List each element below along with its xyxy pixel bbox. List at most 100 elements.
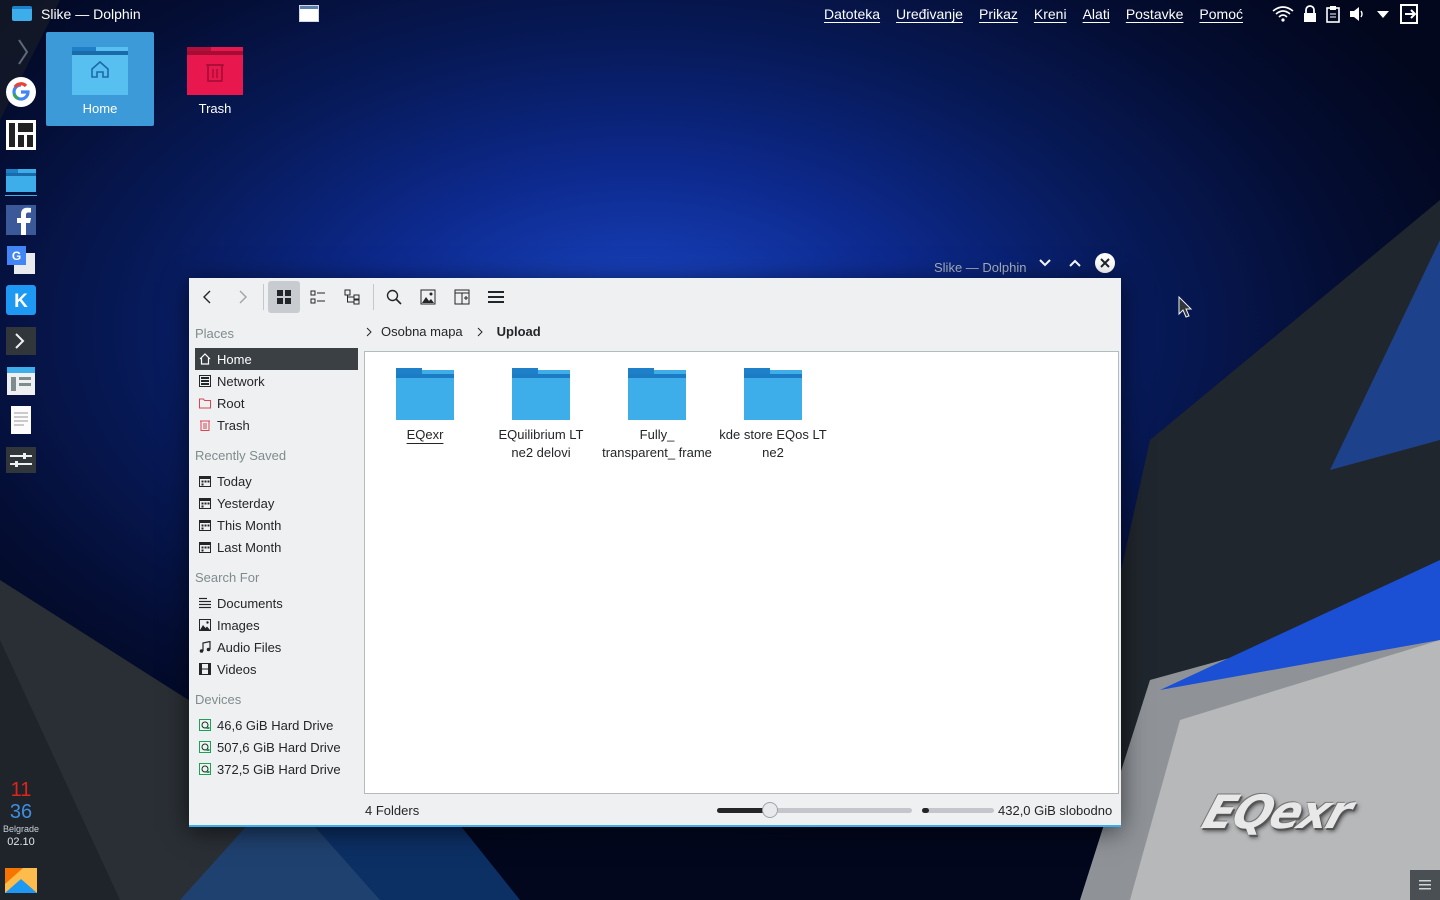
back-button[interactable] [192, 281, 224, 313]
hard-drive-icon [199, 763, 211, 775]
window-task-button[interactable] [299, 5, 319, 22]
terminal-icon[interactable] [5, 325, 37, 357]
places-item-label: 46,6 GiB Hard Drive [217, 717, 334, 733]
places-item-documents[interactable]: Documents [195, 592, 358, 614]
places-item-this-month[interactable]: This Month [195, 514, 358, 536]
devices-section-header: Devices [195, 692, 242, 707]
places-item-drive-1[interactable]: 46,6 GiB Hard Drive [195, 714, 358, 736]
places-item-yesterday[interactable]: Yesterday [195, 492, 358, 514]
icons-view-button[interactable] [268, 281, 300, 313]
search-button[interactable] [378, 281, 410, 313]
places-item-drive-3[interactable]: 372,5 GiB Hard Drive [195, 758, 358, 780]
places-item-label: Home [217, 351, 252, 367]
forward-button[interactable] [226, 281, 258, 313]
global-menu: Datoteka Uređivanje Prikaz Kreni Alati P… [824, 6, 1243, 22]
icons-view-icon [277, 290, 291, 304]
settings-sliders-icon[interactable] [5, 444, 37, 476]
places-item-network[interactable]: Network [195, 370, 358, 392]
window-app-icon[interactable] [5, 365, 37, 397]
hard-drive-icon [199, 741, 211, 753]
file-manager-icon[interactable] [5, 164, 37, 197]
logout-icon[interactable] [1399, 4, 1421, 24]
dolphin-app-icon [12, 6, 32, 21]
places-item-videos[interactable]: Videos [195, 658, 358, 680]
home-folder-icon [72, 47, 128, 95]
desktop-icon-trash[interactable]: Trash [161, 32, 269, 126]
toolbar [189, 278, 1121, 316]
places-item-images[interactable]: Images [195, 614, 358, 636]
clock-widget: 11 36 Belgrade 02.10 [0, 779, 42, 848]
close-icon [1095, 253, 1115, 273]
compact-view-button[interactable] [302, 281, 334, 313]
folder-name: kde store EQos LT ne2 [719, 427, 827, 460]
tray-expand-icon[interactable] [1376, 5, 1390, 23]
kde-icon[interactable]: K [5, 284, 37, 316]
calendar-icon [199, 497, 211, 509]
kickoff-launcher-icon[interactable] [5, 864, 37, 896]
folder-item[interactable]: EQexr [370, 366, 480, 444]
minimize-button[interactable] [1036, 254, 1054, 272]
menu-pomoc[interactable]: Pomoć [1199, 6, 1243, 22]
clock-minute: 36 [9, 801, 33, 823]
details-view-button[interactable] [336, 281, 368, 313]
split-view-icon [454, 289, 470, 305]
text-editor-icon[interactable] [5, 404, 37, 436]
preview-button[interactable] [412, 281, 444, 313]
menu-prikaz[interactable]: Prikaz [979, 6, 1018, 22]
chevron-right-icon [477, 327, 483, 336]
breadcrumb-item-home[interactable]: Osobna mapa [381, 324, 463, 339]
menu-datoteka[interactable]: Datoteka [824, 6, 880, 22]
places-item-drive-2[interactable]: 507,6 GiB Hard Drive [195, 736, 358, 758]
close-button[interactable] [1095, 253, 1115, 273]
zoom-slider-handle[interactable] [761, 802, 778, 818]
app-grid-icon[interactable] [5, 119, 37, 151]
mouse-cursor-icon [1178, 296, 1193, 318]
places-item-last-month[interactable]: Last Month [195, 536, 358, 558]
chevron-right-icon [366, 327, 372, 336]
folder-root-icon [199, 397, 211, 409]
disk-usage-bar [922, 808, 994, 813]
desktop: Slike — Dolphin Datoteka Uređivanje Prik… [0, 0, 1440, 900]
places-item-root[interactable]: Root [195, 392, 358, 414]
hard-drive-icon [199, 719, 211, 731]
chevron-up-icon [1069, 259, 1081, 267]
desktop-icon-home[interactable]: Home [46, 32, 154, 126]
disk-usage-fill [922, 808, 930, 813]
maximize-button[interactable] [1066, 254, 1084, 272]
places-item-today[interactable]: Today [195, 470, 358, 492]
places-item-audio[interactable]: Audio Files [195, 636, 358, 658]
menu-alati[interactable]: Alati [1083, 6, 1110, 22]
wifi-icon[interactable] [1272, 5, 1294, 23]
image-preview-icon [420, 289, 436, 305]
dock-arrow-icon[interactable] [5, 36, 37, 68]
desktop-icon-label: Home [82, 101, 118, 116]
file-view[interactable]: EQexr EQuilibrium LT ne2 delovi Fully_ t… [364, 351, 1119, 794]
dolphin-window: Places Home Network Root Trash Recently … [189, 278, 1121, 827]
split-view-button[interactable] [446, 281, 478, 313]
folder-item[interactable]: Fully_ transparent_ frame [602, 366, 712, 462]
left-dock: G K [0, 30, 44, 900]
folder-item[interactable]: kde store EQos LT ne2 [718, 366, 828, 462]
volume-icon[interactable] [1349, 5, 1367, 23]
facebook-icon[interactable] [5, 204, 37, 236]
menu-postavke[interactable]: Postavke [1126, 6, 1184, 22]
clipboard-icon[interactable] [1326, 5, 1340, 23]
places-item-trash[interactable]: Trash [195, 414, 358, 436]
breadcrumb: Osobna mapa Upload [365, 324, 541, 339]
places-item-home[interactable]: Home [195, 348, 358, 370]
folder-item[interactable]: EQuilibrium LT ne2 delovi [486, 366, 596, 462]
lock-icon[interactable] [1303, 5, 1317, 23]
videos-icon [199, 663, 211, 675]
zoom-slider[interactable] [717, 802, 912, 818]
folder-icon [744, 368, 802, 420]
hamburger-menu-button[interactable] [480, 281, 512, 313]
places-item-label: 372,5 GiB Hard Drive [217, 761, 341, 777]
desktop-toolbox-button[interactable] [1410, 870, 1440, 900]
menu-uredivanje[interactable]: Uređivanje [896, 6, 963, 22]
google-icon[interactable] [5, 76, 37, 108]
breadcrumb-item-current[interactable]: Upload [497, 324, 541, 339]
translate-icon[interactable]: G [5, 244, 37, 276]
places-item-label: Audio Files [217, 639, 282, 655]
places-item-label: Last Month [217, 539, 282, 555]
menu-kreni[interactable]: Kreni [1034, 6, 1067, 22]
